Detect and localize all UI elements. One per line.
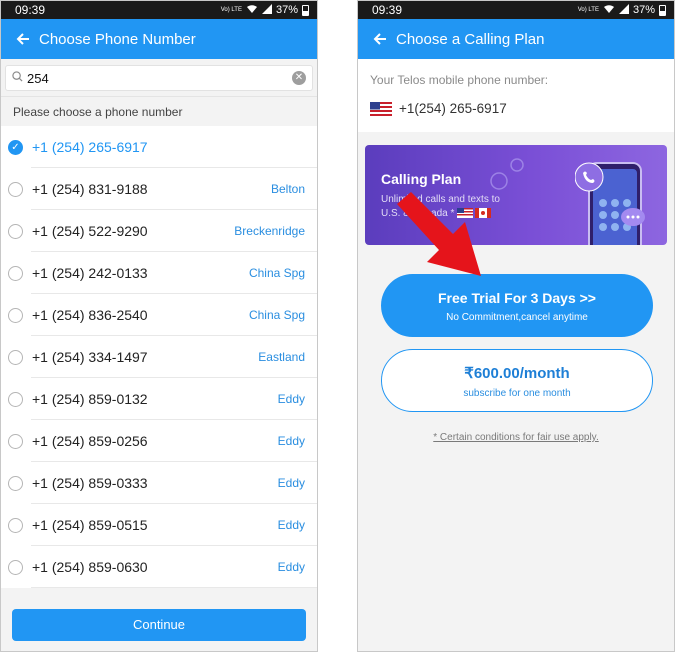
number-city: Eastland <box>258 350 305 364</box>
number-text: +1 (254) 859-0515 <box>32 517 148 533</box>
radio-icon[interactable] <box>8 475 23 491</box>
checked-radio-icon[interactable]: ✓ <box>8 139 23 155</box>
number-city: Eddy <box>277 434 305 448</box>
back-arrow-icon[interactable] <box>370 29 390 49</box>
search-icon <box>12 69 23 87</box>
free-trial-title: Free Trial For 3 Days >> <box>438 290 596 306</box>
battery-percent: 37% <box>632 4 655 16</box>
battery-icon <box>659 4 666 16</box>
radio-icon[interactable] <box>8 349 23 365</box>
back-arrow-icon[interactable] <box>13 29 33 49</box>
battery-percent: 37% <box>275 4 298 16</box>
number-city: Eddy <box>277 476 305 490</box>
status-time: 09:39 <box>15 3 46 17</box>
banner-subtitle-line1: Unlimited calls and texts to <box>381 194 500 205</box>
number-text: +1 (254) 242-0133 <box>32 265 148 281</box>
radio-icon[interactable] <box>8 391 23 407</box>
monthly-plan-button[interactable]: ₹600.00/month subscribe for one month <box>381 349 653 412</box>
monthly-plan-price: ₹600.00/month <box>464 365 570 382</box>
radio-icon[interactable] <box>8 223 23 239</box>
number-option[interactable]: +1 (254) 859-0630 Eddy <box>1 546 317 588</box>
phone-number-list: ✓ +1 (254) 265-6917 +1 (254) 831-9188 Be… <box>1 126 317 588</box>
banner-title: Calling Plan <box>381 171 462 187</box>
battery-icon <box>302 4 309 16</box>
status-time: 09:39 <box>372 3 403 17</box>
status-bar: 09:39 Vo) LTE 37% <box>1 1 317 19</box>
phone-illustration-icon <box>575 162 645 245</box>
number-option[interactable]: +1 (254) 859-0256 Eddy <box>1 420 317 462</box>
wifi-icon <box>603 4 615 17</box>
us-flag-icon <box>370 101 392 116</box>
number-text: +1 (254) 836-2540 <box>32 307 148 323</box>
number-option[interactable]: ✓ +1 (254) 265-6917 <box>1 126 317 168</box>
number-city: China Spg <box>248 266 305 280</box>
clear-search-icon[interactable]: ✕ <box>292 71 306 85</box>
signal-icon <box>618 3 629 17</box>
number-text: +1 (254) 334-1497 <box>32 349 148 365</box>
number-city: Eddy <box>277 560 305 574</box>
signal-icon <box>261 3 272 17</box>
number-option[interactable]: +1 (254) 334-1497 Eastland <box>1 336 317 378</box>
bottom-action-bar: Continue <box>1 593 317 651</box>
my-number-label: Your Telos mobile phone number: <box>370 73 549 87</box>
number-option[interactable]: +1 (254) 859-0515 Eddy <box>1 504 317 546</box>
search-box: ✕ <box>5 65 313 91</box>
number-option[interactable]: +1 (254) 859-0132 Eddy <box>1 378 317 420</box>
number-text: +1 (254) 859-0630 <box>32 559 148 575</box>
radio-icon[interactable] <box>8 517 23 533</box>
number-city: Breckenridge <box>234 224 305 238</box>
radio-icon[interactable] <box>8 265 23 281</box>
my-number-section: Your Telos mobile phone number: +1(254) … <box>358 59 674 132</box>
radio-icon[interactable] <box>8 307 23 323</box>
number-text: +1 (254) 522-9290 <box>32 223 148 239</box>
number-text: +1 (254) 859-0256 <box>32 433 148 449</box>
wifi-icon <box>246 4 258 17</box>
number-text: +1 (254) 859-0333 <box>32 475 148 491</box>
number-city: Eddy <box>277 392 305 406</box>
volte-icon: Vo) LTE <box>577 7 599 13</box>
search-input[interactable] <box>27 70 292 86</box>
fair-use-conditions-link[interactable]: * Certain conditions for fair use apply. <box>358 432 674 443</box>
number-option[interactable]: +1 (254) 836-2540 China Spg <box>1 294 317 336</box>
number-option[interactable]: +1 (254) 522-9290 Breckenridge <box>1 210 317 252</box>
decorative-circles-icon <box>490 158 524 190</box>
number-city: Eddy <box>277 518 305 532</box>
continue-button[interactable]: Continue <box>12 609 306 641</box>
app-bar: Choose Phone Number <box>1 19 317 59</box>
banner-subtitle-line2: U.S. & Canada * <box>381 208 455 219</box>
my-phone-number: +1(254) 265-6917 <box>399 101 507 116</box>
choose-hint: Please choose a phone number <box>1 96 317 126</box>
number-text: +1 (254) 859-0132 <box>32 391 148 407</box>
free-trial-subtitle: No Commitment,cancel anytime <box>446 312 588 323</box>
radio-icon[interactable] <box>8 559 23 575</box>
calling-plan-banner: Calling Plan Unlimited calls and texts t… <box>365 145 667 245</box>
calling-plan-screen: 09:39 Vo) LTE 37% Choose a Calling Plan … <box>357 0 675 652</box>
us-flag-icon <box>457 208 474 219</box>
number-text: +1 (254) 831-9188 <box>32 181 148 197</box>
number-text: +1 (254) 265-6917 <box>32 139 148 155</box>
number-city: China Spg <box>248 308 305 322</box>
free-trial-button[interactable]: Free Trial For 3 Days >> No Commitment,c… <box>381 274 653 337</box>
canada-flag-icon <box>475 208 492 219</box>
number-city: Belton <box>270 182 305 196</box>
number-option[interactable]: +1 (254) 859-0333 Eddy <box>1 462 317 504</box>
radio-icon[interactable] <box>8 433 23 449</box>
number-option[interactable]: +1 (254) 831-9188 Belton <box>1 168 317 210</box>
number-option[interactable]: +1 (254) 242-0133 China Spg <box>1 252 317 294</box>
status-bar: 09:39 Vo) LTE 37% <box>358 1 674 19</box>
page-title: Choose a Calling Plan <box>396 30 545 48</box>
app-bar: Choose a Calling Plan <box>358 19 674 59</box>
monthly-plan-subtitle: subscribe for one month <box>463 388 571 399</box>
search-bar: ✕ <box>1 59 317 96</box>
page-title: Choose Phone Number <box>39 30 196 48</box>
radio-icon[interactable] <box>8 181 23 197</box>
choose-number-screen: 09:39 Vo) LTE 37% Choose Phone Number ✕ <box>0 0 318 652</box>
volte-icon: Vo) LTE <box>220 7 242 13</box>
